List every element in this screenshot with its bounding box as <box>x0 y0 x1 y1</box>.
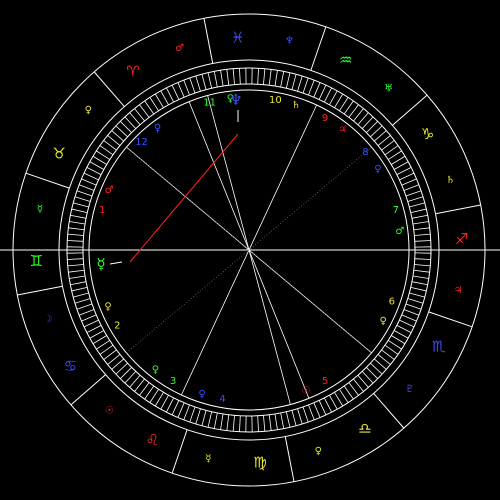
zodiac-sign-glyph: ♊ <box>30 252 43 270</box>
sign-ruler-glyph: ♇ <box>405 384 414 395</box>
house-number: 2 <box>114 321 120 332</box>
zodiac-sign-glyph: ♋ <box>64 357 77 375</box>
house-ruler-glyph: ♀ <box>380 316 387 327</box>
zodiac-sign-glyph: ♓ <box>231 28 244 46</box>
house-number: 9 <box>322 113 328 124</box>
sign-ruler-glyph: ♅ <box>384 84 393 95</box>
house-ruler-glyph: ♀ <box>198 389 205 400</box>
house-ruler-glyph: ♀ <box>374 164 381 175</box>
sign-ruler-glyph: ♄ <box>446 175 455 186</box>
house-number: 10 <box>269 95 282 106</box>
house-number: 4 <box>219 394 225 405</box>
neptune-planet-glyph: ♆ <box>229 91 242 109</box>
sign-ruler-glyph: ☽ <box>43 314 52 325</box>
house-number: 12 <box>135 137 148 148</box>
house-ruler-glyph: ♀ <box>154 123 161 134</box>
house-number: 3 <box>170 376 176 387</box>
sign-ruler-glyph: ♀ <box>315 446 322 457</box>
house-ruler-glyph: ♂ <box>105 185 114 196</box>
zodiac-sign-glyph: ♏ <box>432 338 446 356</box>
zodiac-sign-glyph: ♈ <box>126 62 139 80</box>
house-ruler-glyph: ♄ <box>291 100 300 111</box>
house-number: 6 <box>389 296 395 307</box>
zodiac-sign-glyph: ♌ <box>146 431 159 449</box>
zodiac-sign-glyph: ♉ <box>52 144 65 162</box>
house-number: 11 <box>203 98 216 109</box>
house-number: 1 <box>99 205 105 216</box>
house-ruler-glyph: ☉ <box>301 385 310 396</box>
house-number: 7 <box>393 205 399 216</box>
zodiac-sign-glyph: ♎ <box>358 420 371 438</box>
house-ruler-glyph: ♃ <box>338 125 347 136</box>
sign-ruler-glyph: ♀ <box>85 105 92 116</box>
sign-ruler-glyph: ☿ <box>205 454 211 465</box>
sign-ruler-glyph: ♃ <box>454 285 463 296</box>
sign-ruler-glyph: ☉ <box>105 405 114 416</box>
sign-ruler-glyph: ♆ <box>285 35 294 46</box>
zodiac-sign-glyph: ♑ <box>421 125 434 143</box>
house-ruler-glyph: ♂ <box>395 226 404 237</box>
house-ruler-glyph: ♀ <box>152 364 159 375</box>
zodiac-sign-glyph: ♒ <box>339 51 352 69</box>
astrology-chart-wheel: ♈♂♉♀♊☿♋☽♌☉♍☿♎♀♏♇♐♃♑♄♒♅♓ ♆ 1♂2♀3♀4♀5☉6♀7♂8… <box>0 0 500 500</box>
house-ruler-glyph: ♀ <box>104 301 111 312</box>
house-number: 8 <box>362 147 368 158</box>
zodiac-sign-glyph: ♍ <box>253 454 266 472</box>
sign-ruler-glyph: ☿ <box>37 204 43 215</box>
zodiac-sign-glyph: ♐ <box>455 230 468 248</box>
house-number: 5 <box>322 376 328 387</box>
sign-ruler-glyph: ♂ <box>175 43 184 54</box>
mercury-planet-glyph: ☿ <box>96 255 105 273</box>
